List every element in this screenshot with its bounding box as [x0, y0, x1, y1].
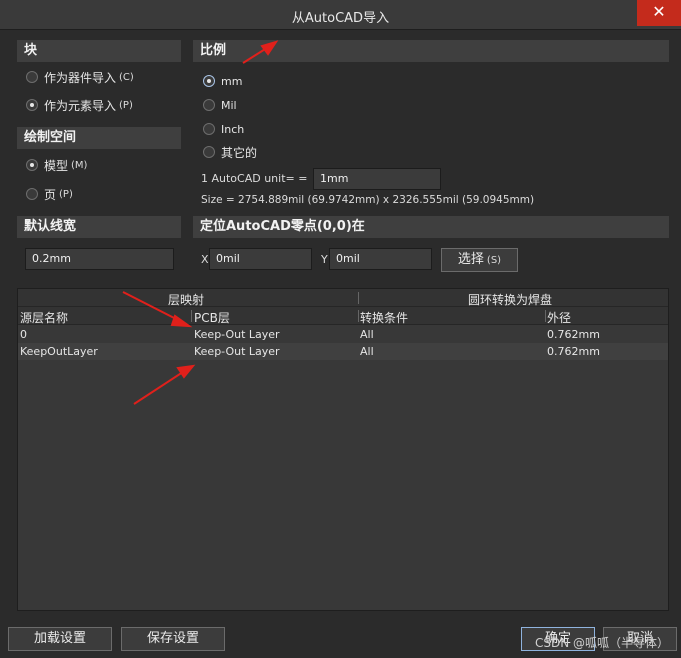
radio-import-as-component[interactable]	[26, 71, 38, 83]
origin-x-input[interactable]: 0mil	[209, 248, 312, 270]
select-origin-button[interactable]: 选择 (S)	[441, 248, 518, 272]
title-bar: 从AutoCAD导入 ✕	[0, 0, 681, 30]
column-condition[interactable]: 转换条件	[360, 309, 408, 326]
radio-model-space[interactable]	[26, 159, 38, 171]
import-as-component-option[interactable]: 作为器件导入 (C)	[26, 68, 134, 86]
unit-value-input[interactable]: 1mm	[313, 168, 441, 190]
unit-label: 1 AutoCAD unit= =	[201, 172, 308, 185]
close-icon: ✕	[652, 2, 666, 21]
origin-y-label: Y	[321, 253, 328, 266]
table-row[interactable]: KeepOutLayer Keep-Out Layer All 0.762mm	[18, 343, 668, 360]
cell-condition[interactable]: All	[360, 328, 374, 341]
column-pcb-layer[interactable]: PCB层	[194, 309, 230, 326]
column-source-layer[interactable]: 源层名称	[20, 309, 68, 326]
import-as-primitive-label: 作为元素导入	[44, 98, 117, 113]
scale-header: 比例	[193, 40, 669, 62]
group-header-annulus-to-pad: 圆环转换为焊盘	[468, 293, 553, 307]
block-header: 块	[17, 40, 181, 62]
cell-condition[interactable]: All	[360, 345, 374, 358]
cell-pcb-layer[interactable]: Keep-Out Layer	[194, 328, 280, 341]
column-outer-diameter[interactable]: 外径	[547, 309, 571, 326]
origin-header: 定位AutoCAD零点(0,0)在	[193, 216, 669, 238]
group-divider	[358, 292, 359, 304]
radio-scale-other[interactable]	[203, 146, 215, 158]
scale-mm-option[interactable]: mm	[203, 72, 242, 90]
save-settings-button[interactable]: 保存设置	[121, 627, 225, 651]
radio-scale-mm[interactable]	[203, 75, 215, 87]
radio-paper-space[interactable]	[26, 188, 38, 200]
import-as-primitive-hint: (P)	[119, 99, 133, 111]
radio-import-as-primitive[interactable]	[26, 99, 38, 111]
line-width-input[interactable]: 0.2mm	[25, 248, 174, 270]
size-text: Size = 2754.889mil (69.9742mm) x 2326.55…	[201, 194, 535, 206]
watermark: CSDN @呱呱（半导体）	[535, 636, 670, 650]
select-origin-label: 选择	[457, 252, 484, 267]
scale-mil-label: Mil	[221, 98, 237, 112]
window-title: 从AutoCAD导入	[291, 11, 390, 26]
scale-inch-option[interactable]: Inch	[203, 120, 244, 138]
drawing-space-header: 绘制空间	[17, 127, 181, 149]
column-divider[interactable]	[191, 310, 192, 322]
import-as-component-label: 作为器件导入	[44, 70, 117, 85]
model-space-label: 模型	[44, 158, 69, 173]
scale-other-label: 其它的	[221, 145, 258, 160]
select-origin-hint: (S)	[486, 255, 502, 266]
cell-pcb-layer[interactable]: Keep-Out Layer	[194, 345, 280, 358]
paper-space-hint: (P)	[59, 188, 73, 200]
scale-mm-label: mm	[221, 74, 243, 88]
close-button[interactable]: ✕	[637, 0, 681, 26]
import-as-primitive-option[interactable]: 作为元素导入 (P)	[26, 96, 133, 114]
line-width-header: 默认线宽	[17, 216, 181, 238]
column-divider[interactable]	[358, 310, 359, 322]
column-divider[interactable]	[545, 310, 546, 322]
scale-inch-label: Inch	[221, 122, 245, 136]
load-settings-button[interactable]: 加载设置	[8, 627, 112, 651]
radio-scale-inch[interactable]	[203, 123, 215, 135]
scale-other-option[interactable]: 其它的	[203, 143, 257, 161]
layer-mapping-table: 层映射 圆环转换为焊盘 源层名称 PCB层 转换条件 外径 0 Keep-Out…	[17, 288, 669, 611]
table-row[interactable]: 0 Keep-Out Layer All 0.762mm	[18, 326, 668, 343]
table-group-header: 层映射 圆环转换为焊盘	[18, 289, 668, 307]
table-column-header: 源层名称 PCB层 转换条件 外径	[18, 307, 668, 325]
origin-y-input[interactable]: 0mil	[329, 248, 432, 270]
paper-space-label: 页	[44, 187, 57, 202]
model-space-hint: (M)	[71, 159, 88, 171]
cell-outer-diameter[interactable]: 0.762mm	[547, 345, 600, 358]
model-space-option[interactable]: 模型 (M)	[26, 156, 87, 174]
cell-outer-diameter[interactable]: 0.762mm	[547, 328, 600, 341]
cell-source-layer: 0	[20, 328, 27, 341]
scale-mil-option[interactable]: Mil	[203, 96, 237, 114]
radio-scale-mil[interactable]	[203, 99, 215, 111]
import-as-component-hint: (C)	[119, 71, 134, 83]
cell-source-layer: KeepOutLayer	[20, 345, 98, 358]
origin-x-label: X	[201, 253, 209, 266]
paper-space-option[interactable]: 页 (P)	[26, 185, 73, 203]
group-header-layer-mapping: 层映射	[168, 293, 205, 307]
